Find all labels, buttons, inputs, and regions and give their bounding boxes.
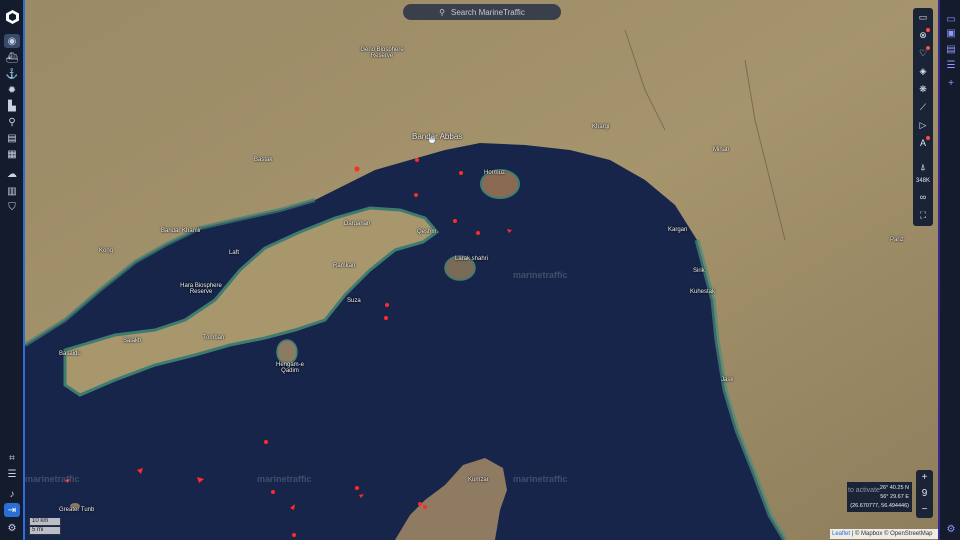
- place-label: Larak shahri: [455, 256, 489, 262]
- place-label: Laft: [229, 250, 240, 256]
- search-bar[interactable]: ⚲ Search MarineTraffic: [403, 4, 561, 20]
- place-label: Bandar Khamir: [161, 228, 202, 234]
- login-icon[interactable]: ⇥: [4, 503, 20, 517]
- zoom-out-button[interactable]: −: [916, 502, 933, 518]
- map-toolbar: ▭ ⊗ ♡ ◈ ❋ ⟋ ▷ A ⍋ 348K ∞ ⛶: [913, 8, 933, 226]
- reports-icon[interactable]: ▦: [4, 147, 20, 161]
- watermark: marinetraffic: [513, 270, 568, 280]
- table-icon[interactable]: ▥: [4, 184, 20, 198]
- fleets-icon[interactable]: ▙: [4, 99, 20, 113]
- left-sidebar: ◉ ⛴ ⚓ ✹ ▙ ⚲ ▤ ▦ ☁ ▥ ⛉ ⌗ ☰ ♪ ⇥ ⚙: [0, 0, 25, 540]
- place-label: Kuhestak: [690, 289, 716, 295]
- settings-right-icon[interactable]: ⚙: [944, 522, 958, 536]
- place-label: Bastak: [254, 157, 273, 163]
- vessel-count: 348K: [915, 178, 930, 184]
- place-label: Hara Biosphere Reserve: [180, 283, 222, 295]
- place-label: Geno Biosphere Reserve: [360, 47, 404, 59]
- attribution: Leaflet | © Mapbox © OpenStreetMap: [830, 529, 938, 539]
- lighthouse-icon[interactable]: ✹: [4, 83, 20, 97]
- heart-icon[interactable]: ♡: [915, 46, 931, 60]
- weather-icon[interactable]: ☁: [4, 167, 20, 181]
- place-label: Greater Tunb: [59, 507, 95, 513]
- place-label: Minab: [713, 147, 730, 153]
- place-label: Pariz: [890, 237, 904, 243]
- stations-icon[interactable]: ⚲: [4, 115, 20, 129]
- marinetraffic-logo-icon[interactable]: [6, 10, 19, 24]
- place-label: Hengam-e Qadim: [275, 362, 304, 374]
- list-icon[interactable]: ☰: [944, 58, 958, 72]
- shield-icon[interactable]: ⛉: [4, 200, 20, 214]
- search-placeholder: Search MarineTraffic: [451, 7, 525, 17]
- database-icon[interactable]: ☰: [4, 467, 20, 481]
- stack-icon[interactable]: ◈: [915, 64, 931, 78]
- place-label: Sirik: [693, 268, 705, 274]
- link-icon[interactable]: ∞: [915, 190, 931, 204]
- place-label: Kargan: [668, 227, 688, 233]
- place-label: Jask: [721, 377, 734, 383]
- tag-icon[interactable]: ⌗: [4, 451, 20, 465]
- place-label: Basaidu: [59, 351, 81, 357]
- right-sidebar: ▭ ▣ ▤ ☰ + ⚙: [938, 0, 960, 540]
- fullscreen-icon[interactable]: ⛶: [915, 208, 931, 222]
- leaflet-link[interactable]: Leaflet: [832, 531, 850, 537]
- measure-icon[interactable]: ⟋: [915, 100, 931, 114]
- place-label: Suza: [347, 298, 361, 304]
- place-label: Qeshm: [417, 229, 437, 235]
- ports-icon[interactable]: ⚓: [4, 67, 20, 81]
- bell-icon[interactable]: ♪: [4, 487, 20, 501]
- watermark: marinetraffic: [25, 474, 80, 484]
- place-label: Khargi: [592, 124, 610, 130]
- vessels-icon[interactable]: ⛴: [4, 51, 20, 65]
- weather-layer-icon[interactable]: ❋: [915, 82, 931, 96]
- watermark: marinetraffic: [257, 474, 312, 484]
- place-label: Salakh: [123, 338, 142, 344]
- zoom-in-button[interactable]: +: [916, 470, 933, 486]
- live-map-icon[interactable]: ◉: [4, 34, 20, 48]
- play-icon[interactable]: ▷: [915, 118, 931, 132]
- labels-icon[interactable]: A: [915, 136, 931, 150]
- watermark: marinetraffic: [513, 474, 568, 484]
- bookmark-icon[interactable]: ▤: [944, 42, 958, 56]
- panel-icon[interactable]: ▭: [944, 12, 958, 26]
- search-icon: ⚲: [439, 7, 446, 17]
- map-canvas: [25, 0, 938, 540]
- events-icon[interactable]: ▤: [4, 131, 20, 145]
- activate-text: to activate: [848, 487, 880, 494]
- settings-icon[interactable]: ⚙: [4, 521, 20, 535]
- place-label: Hormuz: [484, 170, 506, 176]
- fleet-panel-icon[interactable]: ▣: [944, 26, 958, 40]
- add-icon[interactable]: +: [944, 76, 958, 90]
- zoom-control: + 9 −: [916, 470, 933, 518]
- map-view[interactable]: Bandar Abbas Hormuz Larak shahri Qeshm D…: [25, 0, 938, 540]
- place-label: Kong: [99, 248, 114, 254]
- filter-icon[interactable]: ⊗: [915, 28, 931, 42]
- map-layers-icon[interactable]: ▭: [915, 10, 931, 24]
- place-label: Bandar Abbas: [412, 132, 463, 141]
- scale-bar: 10 km 5 mi: [29, 518, 61, 536]
- zoom-level: 9: [921, 488, 928, 499]
- vessel-count-icon[interactable]: ⍋: [915, 160, 931, 174]
- place-label: Dargahan: [344, 221, 371, 227]
- hengam-island: [276, 339, 298, 365]
- place-label: Kumzar: [468, 477, 489, 483]
- place-label: Tomban: [203, 335, 225, 341]
- place-label: Ramkan: [333, 263, 356, 269]
